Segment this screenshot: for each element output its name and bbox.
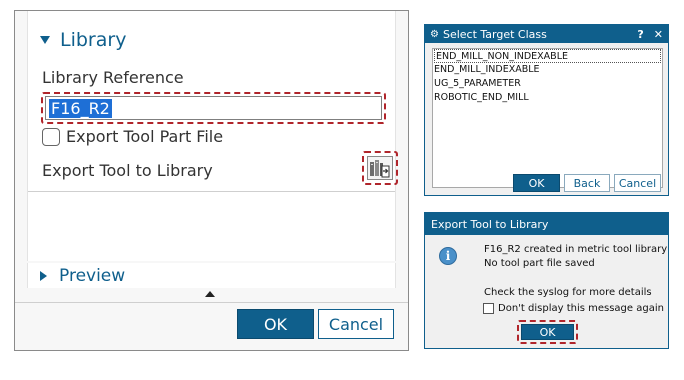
target-class-item[interactable]: END_MILL_NON_INDEXABLE [434,49,661,63]
export-library-icon [370,160,390,178]
select-target-class-title: Select Target Class [442,27,547,41]
dont-display-label: Don't display this message again [498,303,664,314]
select-target-class-dialog: ⚙ Select Target Class ? ✕ END_MILL_NON_I… [424,24,669,196]
collapse-up-icon[interactable] [205,291,215,297]
library-section: Library Library Reference F16_R2 Export … [27,11,398,261]
export-tool-part-file-option[interactable]: Export Tool Part File [42,127,223,146]
select-target-class-titlebar: ⚙ Select Target Class ? ✕ [425,25,668,43]
chevron-right-icon [40,270,47,281]
export-tool-part-file-label: Export Tool Part File [66,127,224,146]
help-button[interactable]: ? [637,28,643,41]
target-class-item[interactable]: UG_5_PARAMETER [433,77,662,91]
message-no-part-text: No tool part file saved [484,258,595,269]
export-tool-highlight [362,151,398,185]
gear-icon: ⚙ [430,28,439,40]
info-icon: i [439,247,457,265]
preview-title: Preview [59,265,126,286]
footer-divider [15,302,408,303]
library-divider [28,191,395,192]
chevron-down-icon [40,36,50,44]
tool-dialog-panel: Library Library Reference F16_R2 Export … [14,10,409,351]
dont-display-checkbox[interactable] [483,303,494,314]
message-created-text: F16_R2 created in metric tool library [484,244,668,255]
library-reference-input[interactable]: F16_R2 [45,96,382,120]
library-section-header[interactable]: Library [40,29,126,51]
close-button[interactable]: ✕ [654,28,663,41]
target-class-item[interactable]: ROBOTIC_END_MILL [433,91,662,105]
message-title: Export Tool to Library [431,217,549,231]
message-ok-button[interactable]: OK [521,324,574,340]
select-target-ok-button[interactable]: OK [513,174,560,192]
message-ok-highlight: OK [517,320,578,344]
select-target-back-button[interactable]: Back [564,174,610,192]
export-tool-to-library-label: Export Tool to Library [42,161,213,180]
ok-button[interactable]: OK [237,309,314,339]
target-class-item[interactable]: END_MILL_INDEXABLE [433,63,662,77]
target-class-list[interactable]: END_MILL_NON_INDEXABLE END_MILL_INDEXABLE… [432,48,663,188]
dont-display-option[interactable]: Don't display this message again [483,303,664,314]
message-titlebar: Export Tool to Library [425,213,668,235]
message-syslog-text: Check the syslog for more details [484,287,652,298]
export-tool-part-file-checkbox[interactable] [42,127,60,146]
preview-section-header[interactable]: Preview [27,263,396,288]
library-reference-value: F16_R2 [49,99,112,118]
cancel-button[interactable]: Cancel [318,309,394,339]
library-title: Library [60,29,127,51]
library-reference-highlight: F16_R2 [41,92,386,124]
library-reference-label: Library Reference [42,68,184,87]
select-target-cancel-button[interactable]: Cancel [614,174,661,192]
export-tool-message-dialog: Export Tool to Library i F16_R2 created … [424,212,669,349]
export-tool-to-library-button[interactable] [367,156,393,180]
